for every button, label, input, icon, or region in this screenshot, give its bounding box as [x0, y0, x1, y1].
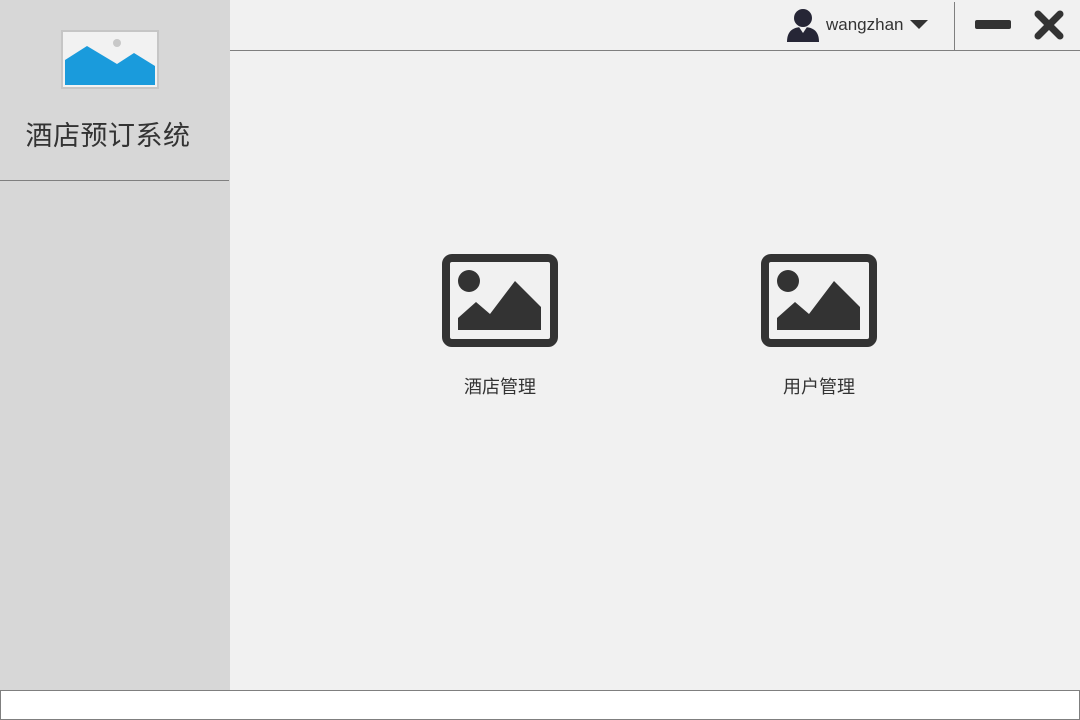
- user-menu[interactable]: wangzhan: [786, 8, 928, 42]
- username-label: wangzhan: [826, 15, 904, 34]
- sidebar: 酒店预订系统: [0, 0, 230, 690]
- user-management-label: 用户管理: [783, 377, 855, 398]
- user-management-tile[interactable]: 用户管理: [739, 254, 899, 399]
- status-bar: [0, 690, 1080, 720]
- image-icon: [761, 254, 877, 347]
- hotel-management-label: 酒店管理: [464, 377, 536, 398]
- close-button[interactable]: [1034, 10, 1064, 40]
- app-title: 酒店预订系统: [25, 121, 191, 152]
- logo-image-placeholder-icon: [61, 30, 159, 89]
- minimize-icon: [975, 20, 1011, 29]
- hotel-management-tile[interactable]: 酒店管理: [420, 254, 580, 399]
- user-avatar-icon: [787, 9, 819, 42]
- caret-down-icon[interactable]: [909, 20, 928, 30]
- image-icon: [442, 254, 558, 347]
- close-icon: [1034, 10, 1064, 40]
- header-divider: [954, 2, 955, 50]
- brand-area: 酒店预订系统: [0, 0, 229, 181]
- minimize-button[interactable]: [975, 20, 1011, 30]
- top-bar: wangzhan: [230, 0, 1080, 51]
